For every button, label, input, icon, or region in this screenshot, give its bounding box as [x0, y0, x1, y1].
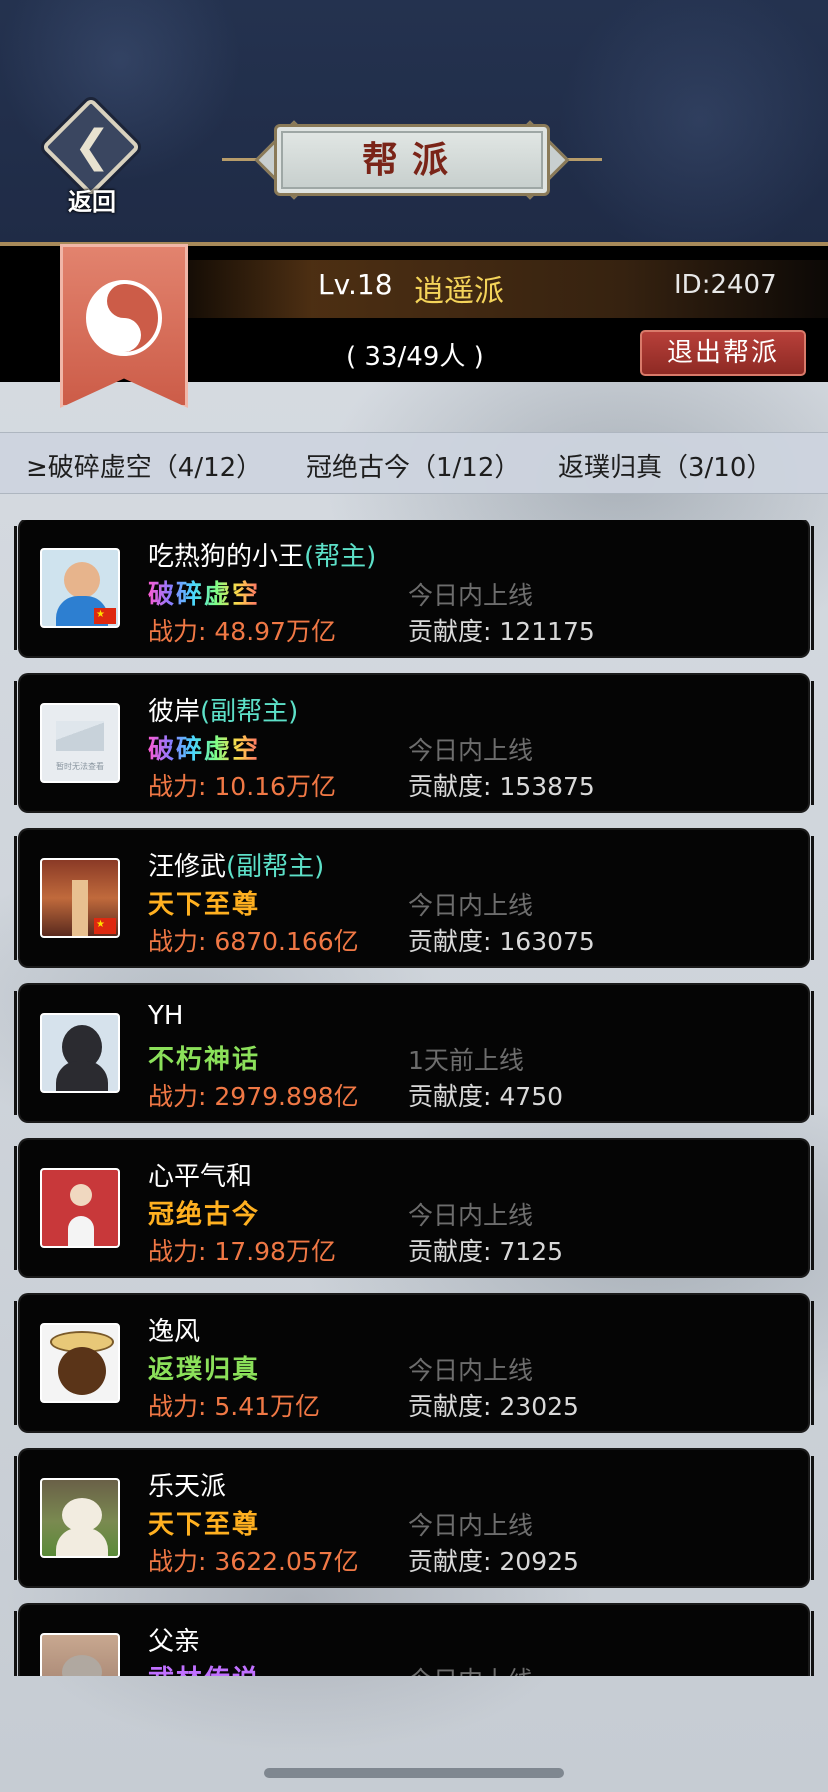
member-realm: 返璞归真	[148, 1355, 261, 1385]
member-role: (副帮主)	[200, 697, 299, 727]
guild-name: 逍遥派	[414, 274, 504, 309]
member-card[interactable]: ★ 汪修武(副帮主) 天下至尊 战力: 6870.166亿 今日内上线 贡献度:…	[14, 830, 814, 966]
member-online-status: 今日内上线	[408, 891, 534, 920]
guild-member-count: ( 33/49人 )	[346, 342, 484, 372]
member-power: 战力: 17.98万亿	[148, 1237, 336, 1266]
member-online-status: 今日内上线	[408, 1356, 534, 1385]
member-card[interactable]: ★ 吃热狗的小王(帮主) 破碎虚空 战力: 48.97万亿 今日内上线 贡献度:…	[14, 520, 814, 656]
member-power: 战力: 10.16万亿	[148, 772, 336, 801]
back-button[interactable]: ❮ 返回	[34, 97, 146, 216]
member-card[interactable]: 逸风 返璞归真 战力: 5.41万亿 今日内上线 贡献度: 23025	[14, 1295, 814, 1431]
member-contribution: 贡献度: 121175	[408, 617, 595, 646]
page-title-plate: 帮派	[222, 118, 602, 202]
member-name: 父亲	[148, 1627, 201, 1657]
avatar-head	[64, 562, 100, 598]
china-flag-icon: ★	[94, 608, 116, 624]
member-name: YH	[148, 1001, 184, 1031]
back-label: 返回	[68, 187, 116, 216]
member-realm: 破碎虚空	[148, 574, 260, 611]
member-card[interactable]: 暂时无法查看 彼岸(副帮主) 破碎虚空 战力: 10.16万亿 今日内上线 贡献…	[14, 675, 814, 811]
member-avatar[interactable]	[40, 1478, 120, 1558]
member-role: (副帮主)	[226, 852, 325, 882]
avatar-face	[58, 1347, 106, 1395]
china-flag-icon: ★	[94, 918, 116, 934]
member-power: 战力: 6870.166亿	[148, 927, 359, 956]
member-avatar[interactable]: ★	[40, 548, 120, 628]
member-online-status: 1天前上线	[408, 1046, 524, 1075]
member-contribution: 贡献度: 20925	[408, 1547, 579, 1576]
puppy-head	[62, 1498, 102, 1532]
member-contribution: 贡献度: 7125	[408, 1237, 564, 1266]
member-power: 战力: 3622.057亿	[148, 1547, 359, 1576]
avatar-body	[68, 1216, 94, 1246]
member-online-status: 今日内上线	[408, 1511, 534, 1540]
member-realm: 天下至尊	[148, 890, 261, 920]
realm-summary-item: 冠绝古今（1/12）	[306, 453, 521, 483]
guild-level: Lv.18	[318, 268, 393, 301]
member-power: 战力: 5.41万亿	[148, 1392, 321, 1421]
member-online-status: 今日内上线	[408, 1661, 533, 1676]
member-realm: 天下至尊	[148, 1510, 261, 1540]
member-name: 汪修武(副帮主)	[148, 852, 325, 882]
member-name: 吃热狗的小王(帮主)	[148, 542, 377, 572]
member-card[interactable]: 父亲 武林传说 今日内上线	[14, 1605, 814, 1676]
member-contribution: 贡献度: 4750	[408, 1082, 564, 1111]
cat-head	[62, 1655, 102, 1676]
member-power: 战力: 48.97万亿	[148, 617, 336, 646]
member-power: 战力: 2979.898亿	[148, 1082, 359, 1111]
member-name: 乐天派	[148, 1472, 227, 1502]
member-card[interactable]: YH 不朽神话 战力: 2979.898亿 1天前上线 贡献度: 4750	[14, 985, 814, 1121]
yin-yang-icon	[86, 280, 162, 356]
member-realm: 冠绝古今	[148, 1200, 261, 1230]
guild-id: ID:2407	[674, 270, 777, 300]
member-realm: 武林传说	[148, 1659, 260, 1676]
member-contribution: 贡献度: 23025	[408, 1392, 579, 1421]
member-card[interactable]: 乐天派 天下至尊 战力: 3622.057亿 今日内上线 贡献度: 20925	[14, 1450, 814, 1586]
home-indicator[interactable]	[264, 1768, 564, 1778]
member-online-status: 今日内上线	[408, 581, 534, 610]
avatar-body	[56, 1061, 108, 1091]
member-role: (帮主)	[304, 542, 377, 572]
member-avatar[interactable]: ★	[40, 858, 120, 938]
member-contribution: 贡献度: 163075	[408, 927, 595, 956]
realm-summary-item: ≥破碎虚空（4/12）	[26, 453, 263, 483]
member-realm: 不朽神话	[148, 1045, 261, 1075]
member-contribution: 贡献度: 153875	[408, 772, 595, 801]
member-online-status: 今日内上线	[408, 736, 534, 765]
member-realm: 破碎虚空	[148, 729, 260, 766]
member-list[interactable]: ★ 吃热狗的小王(帮主) 破碎虚空 战力: 48.97万亿 今日内上线 贡献度:…	[0, 520, 828, 1676]
member-online-status: 今日内上线	[408, 1201, 534, 1230]
avatar-path	[72, 880, 88, 936]
member-avatar[interactable]	[40, 1013, 120, 1093]
member-avatar[interactable]	[40, 1168, 120, 1248]
member-name: 逸风	[148, 1317, 201, 1347]
guild-emblem	[60, 244, 188, 408]
member-card[interactable]: 心平气和 冠绝古今 战力: 17.98万亿 今日内上线 贡献度: 7125	[14, 1140, 814, 1276]
avatar-head	[70, 1184, 92, 1206]
puppy-body	[56, 1528, 108, 1556]
avatar-placeholder-text: 暂时无法查看	[56, 762, 104, 771]
member-avatar[interactable]	[40, 1633, 120, 1676]
member-name: 彼岸(副帮主)	[148, 697, 299, 727]
realm-summary-item: 返璞归真（3/10）	[558, 453, 773, 483]
member-avatar[interactable]: 暂时无法查看	[40, 703, 120, 783]
quit-guild-button[interactable]: 退出帮派	[640, 330, 806, 376]
member-name: 心平气和	[148, 1162, 253, 1192]
top-header: ❮ 返回 帮派	[0, 0, 828, 246]
back-arrow-icon: ❮	[73, 121, 111, 172]
image-placeholder-icon	[56, 721, 104, 751]
member-avatar[interactable]	[40, 1323, 120, 1403]
realm-summary-bar: ≥破碎虚空（4/12） 冠绝古今（1/12） 返璞归真（3/10）	[0, 432, 828, 494]
page-title: 帮派	[361, 139, 462, 181]
